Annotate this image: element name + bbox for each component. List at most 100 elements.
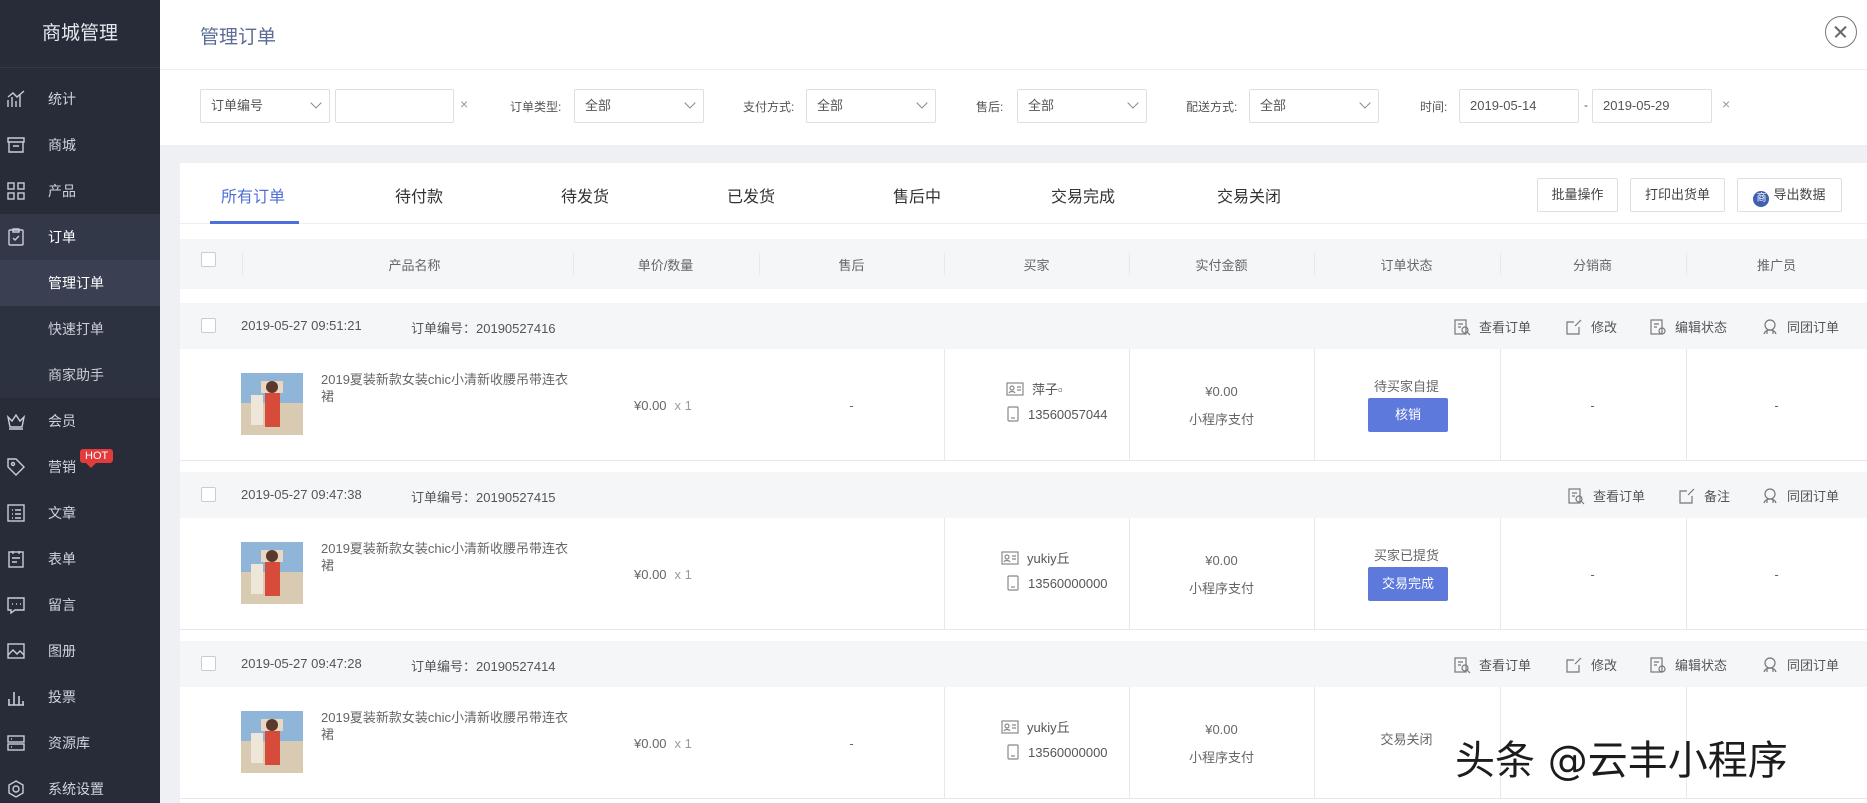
product-name[interactable]: 2019夏装新款女装chic小清新收腰吊带连衣裙	[321, 540, 571, 574]
edit-order-link[interactable]: 修改	[1565, 655, 1617, 674]
column-separator	[1129, 687, 1130, 799]
edit-status-link[interactable]: 编辑状态	[1649, 655, 1727, 674]
clear-date-icon[interactable]: ×	[1722, 96, 1730, 112]
group-icon	[1763, 656, 1777, 672]
product-thumbnail[interactable]	[241, 542, 303, 604]
column-separator	[1314, 349, 1315, 461]
watermark: 头条 @云丰小程序	[1455, 738, 1788, 784]
column-header-distributor: 分销商	[1572, 258, 1612, 273]
article-icon	[7, 504, 25, 522]
sidebar-subitem-manage-orders[interactable]: 管理订单	[0, 260, 160, 306]
product-name[interactable]: 2019夏装新款女装chic小清新收腰吊带连衣裙	[321, 371, 571, 405]
group-orders-link[interactable]: 同团订单	[1761, 486, 1839, 505]
promoter-cell: -	[1774, 567, 1779, 582]
delivery-select[interactable]: 全部	[1249, 89, 1379, 123]
filter-bar: 订单编号 × 订单类型: 全部 支付方式: 全部 售后: 全部 配送方式: 全部…	[160, 70, 1867, 145]
view-order-link[interactable]: 查看订单	[1567, 486, 1645, 505]
tab-completed[interactable]: 交易完成	[1051, 183, 1115, 207]
order-checkbox[interactable]	[201, 318, 216, 333]
select-all-checkbox[interactable]	[201, 252, 216, 267]
sidebar-item-marketing[interactable]: 营销 HOT	[0, 444, 160, 490]
column-separator	[1314, 518, 1315, 630]
sidebar-subitem-merchant-assistant[interactable]: 商家助手	[0, 352, 160, 398]
edit-status-icon	[1650, 318, 1666, 335]
chevron-down-icon	[310, 97, 322, 109]
sidebar-item-products[interactable]: 产品	[0, 168, 160, 214]
clear-search-icon[interactable]: ×	[460, 96, 468, 112]
column-header-after-sale: 售后	[838, 258, 865, 273]
order-icon	[8, 228, 24, 246]
sidebar-item-label: 投票	[48, 689, 76, 705]
order-row-header: 2019-05-27 09:47:28 订单编号：20190527414 查看订…	[180, 641, 1867, 687]
order-type-select[interactable]: 全部	[574, 89, 704, 123]
order-type-label: 订单类型:	[510, 100, 562, 114]
sidebar-item-messages[interactable]: 留言	[0, 582, 160, 628]
tab-shipped[interactable]: 已发货	[727, 183, 775, 207]
column-separator	[1129, 518, 1130, 630]
order-checkbox[interactable]	[201, 656, 216, 671]
buyer-name-text: 萍子▫	[1032, 382, 1063, 397]
product-thumbnail[interactable]	[241, 373, 303, 435]
group-orders-link[interactable]: 同团订单	[1761, 317, 1839, 336]
edit-icon	[1566, 319, 1582, 335]
group-orders-link[interactable]: 同团订单	[1761, 655, 1839, 674]
column-header-promoter: 推广员	[1756, 258, 1796, 273]
edit-status-link[interactable]: 编辑状态	[1649, 317, 1727, 336]
sidebar-item-articles[interactable]: 文章	[0, 490, 160, 536]
sidebar-item-forms[interactable]: 表单	[0, 536, 160, 582]
print-shipping-button[interactable]: 打印出货单	[1630, 178, 1725, 212]
product-name[interactable]: 2019夏装新款女装chic小清新收腰吊带连衣裙	[321, 709, 571, 743]
grid-icon	[7, 182, 25, 200]
view-order-link[interactable]: 查看订单	[1453, 317, 1531, 336]
close-icon[interactable]	[1825, 16, 1857, 48]
edit-icon	[1566, 657, 1582, 673]
view-order-link[interactable]: 查看订单	[1453, 655, 1531, 674]
distributor-cell: -	[1590, 398, 1595, 413]
tab-pending-payment[interactable]: 待付款	[395, 183, 443, 207]
after-sale-select[interactable]: 全部	[1017, 89, 1147, 123]
date-from-input[interactable]: 2019-05-14	[1459, 89, 1579, 123]
table-header: 产品名称 单价/数量 售后 买家 实付金额 订单状态 分销商 推广员	[180, 239, 1867, 289]
sidebar-subitem-quick-print[interactable]: 快速打单	[0, 306, 160, 352]
sidebar-item-orders[interactable]: 订单	[0, 214, 160, 260]
buyer-phone: 13560000000	[1006, 744, 1108, 760]
payment-method: 小程序支付	[1188, 581, 1254, 596]
sidebar-item-label: 文章	[48, 505, 76, 521]
sidebar-item-stats[interactable]: 统计	[0, 76, 160, 122]
batch-operation-button[interactable]: 批量操作	[1537, 178, 1618, 212]
unit-price: ¥0.00 x 1	[634, 567, 692, 582]
remark-link[interactable]: 备注	[1678, 486, 1730, 505]
tab-after-sale[interactable]: 售后中	[893, 183, 941, 207]
edit-order-link[interactable]: 修改	[1565, 317, 1617, 336]
sidebar-item-library[interactable]: 资源库	[0, 720, 160, 766]
edit-order-label: 修改	[1591, 320, 1618, 335]
tab-all-orders[interactable]: 所有订单	[221, 183, 285, 207]
order-number: 订单编号：20190527414	[411, 659, 556, 674]
buyer-name: yukiy丘	[1001, 717, 1070, 736]
sidebar-item-vote[interactable]: 投票	[0, 674, 160, 720]
search-input[interactable]	[335, 89, 454, 123]
export-data-button[interactable]: 商导出数据	[1737, 178, 1842, 212]
order-checkbox[interactable]	[201, 487, 216, 502]
sidebar-item-label: 系统设置	[48, 781, 104, 797]
search-field-select[interactable]: 订单编号	[200, 89, 330, 123]
order-number: 订单编号：20190527416	[411, 321, 556, 336]
view-order-icon	[1568, 487, 1585, 504]
payment-select[interactable]: 全部	[806, 89, 936, 123]
buyer-name: 萍子▫	[1006, 379, 1063, 398]
date-to-input[interactable]: 2019-05-29	[1592, 89, 1712, 123]
sidebar-item-settings[interactable]: 系统设置	[0, 766, 160, 803]
view-order-label: 查看订单	[1479, 320, 1532, 335]
distributor-cell: -	[1590, 567, 1595, 582]
sidebar-item-label: 订单	[48, 229, 76, 245]
sidebar-item-members[interactable]: 会员	[0, 398, 160, 444]
tab-pending-shipment[interactable]: 待发货	[561, 183, 609, 207]
product-thumbnail[interactable]	[241, 711, 303, 773]
column-header-product: 产品名称	[388, 258, 441, 273]
sidebar-item-album[interactable]: 图册	[0, 628, 160, 674]
complete-transaction-button[interactable]: 交易完成	[1368, 567, 1448, 601]
verify-button[interactable]: 核销	[1368, 398, 1448, 432]
tab-closed[interactable]: 交易关闭	[1217, 183, 1281, 207]
chevron-down-icon	[916, 97, 928, 109]
sidebar-item-store[interactable]: 商城	[0, 122, 160, 168]
